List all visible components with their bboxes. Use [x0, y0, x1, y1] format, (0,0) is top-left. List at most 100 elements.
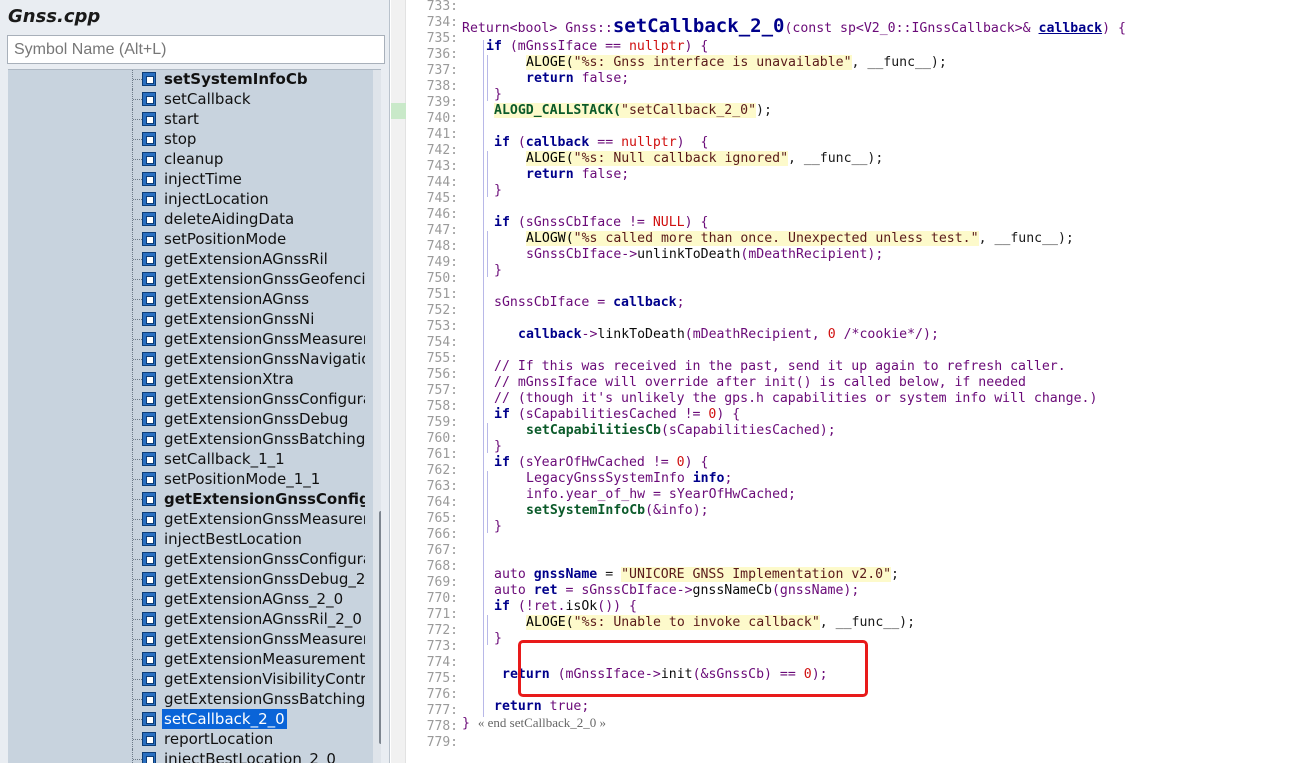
- code-line-742: ALOGE("%s: Null callback ignored", __fun…: [526, 151, 884, 166]
- code-line-763: info.year_of_hw = sYearOfHwCached;: [526, 487, 796, 502]
- symbol-item[interactable]: getExtensionAGnss_2_0: [8, 589, 365, 609]
- symbol-item[interactable]: getExtensionGnssMeasurement: [8, 329, 365, 349]
- scrollbar-thumb[interactable]: [379, 511, 381, 744]
- function-icon: [142, 232, 156, 246]
- function-icon: [142, 332, 156, 346]
- function-icon: [142, 532, 156, 546]
- line-number: 740:: [426, 111, 458, 126]
- tree-connector: [133, 279, 142, 280]
- line-number: 745:: [426, 191, 458, 206]
- symbol-item[interactable]: stop: [8, 129, 365, 149]
- tree-connector: [133, 139, 142, 140]
- tree-connector: [133, 519, 142, 520]
- symbol-item[interactable]: injectBestLocation: [8, 529, 365, 549]
- symbol-label: getExtensionGnssConfiguration_2_0: [164, 550, 365, 568]
- symbol-item[interactable]: getExtensionGnssBatching: [8, 429, 365, 449]
- symbol-item[interactable]: setSystemInfoCb: [8, 70, 365, 89]
- symbol-list-scrollbar[interactable]: [373, 70, 381, 763]
- symbol-item[interactable]: getExtensionGnssConfiguration_2_0: [8, 549, 365, 569]
- function-icon: [142, 392, 156, 406]
- function-icon: [142, 132, 156, 146]
- line-number: 739:: [426, 95, 458, 110]
- symbol-item[interactable]: getExtensionAGnss: [8, 289, 365, 309]
- tree-connector: [133, 379, 142, 380]
- symbol-label: setPositionMode: [164, 230, 287, 248]
- symbol-item[interactable]: getExtensionGnssGeofencing: [8, 269, 365, 289]
- symbol-item[interactable]: getExtensionGnssConfiguration: [8, 389, 365, 409]
- symbol-item[interactable]: deleteAidingData: [8, 209, 365, 229]
- line-number: 755:: [426, 351, 458, 366]
- symbol-item[interactable]: reportLocation: [8, 729, 365, 749]
- line-number: 770:: [426, 591, 458, 606]
- tree-connector: [133, 499, 142, 500]
- symbol-label: getExtensionGnssGeofencing: [164, 270, 365, 288]
- symbol-item[interactable]: setCallback_2_0: [8, 709, 365, 729]
- symbol-item[interactable]: getExtensionGnssDebug: [8, 409, 365, 429]
- symbol-label: getExtensionVisibilityControl: [164, 670, 365, 688]
- symbol-item[interactable]: getExtensionGnssBatching_2_0: [8, 689, 365, 709]
- function-icon: [142, 272, 156, 286]
- symbol-item[interactable]: getExtensionGnssMeasurement_2_0: [8, 629, 365, 649]
- tree-connector: [133, 719, 142, 720]
- line-number: 771:: [426, 607, 458, 622]
- symbol-item[interactable]: getExtensionGnssNi: [8, 309, 365, 329]
- symbol-item[interactable]: getExtensionAGnssRil_2_0: [8, 609, 365, 629]
- tree-connector: [133, 419, 142, 420]
- line-number: 738:: [426, 79, 458, 94]
- line-number: 749:: [426, 255, 458, 270]
- symbol-item[interactable]: setPositionMode_1_1: [8, 469, 365, 489]
- line-number: 743:: [426, 159, 458, 174]
- tree-connector: [133, 259, 142, 260]
- tree-connector: [133, 479, 142, 480]
- function-icon: [142, 112, 156, 126]
- symbol-item[interactable]: getExtensionGnssDebug_2_0: [8, 569, 365, 589]
- symbol-item[interactable]: injectLocation: [8, 189, 365, 209]
- line-number: 764:: [426, 495, 458, 510]
- symbol-item[interactable]: setCallback: [8, 89, 365, 109]
- line-number: 741:: [426, 127, 458, 142]
- code-line-758: if (sCapabilitiesCached != 0) {: [494, 407, 741, 422]
- symbol-item[interactable]: getExtensionMeasurementCorrections: [8, 649, 365, 669]
- code-line-749: }: [494, 263, 502, 278]
- symbol-item[interactable]: setCallback_1_1: [8, 449, 365, 469]
- symbol-item[interactable]: getExtensionAGnssRil: [8, 249, 365, 269]
- symbol-item[interactable]: getExtensionGnssNavigationMessage: [8, 349, 365, 369]
- symbol-item[interactable]: getExtensionGnssMeasurement_1_1: [8, 509, 365, 529]
- symbol-item[interactable]: getExtensionGnssConfiguration_1_1: [8, 489, 365, 509]
- function-icon: [142, 72, 156, 86]
- symbol-label: getExtensionGnssMeasurement: [164, 330, 365, 348]
- symbol-item[interactable]: setPositionMode: [8, 229, 365, 249]
- function-icon: [142, 492, 156, 506]
- symbol-label: getExtensionGnssNavigationMessage: [164, 350, 365, 368]
- symbol-label: cleanup: [164, 150, 224, 168]
- line-numbers: 733: 734: 735: 736: 737: 738: 739: 740: 741: 742:…: [406, 0, 458, 763]
- code-line-762: LegacyGnssSystemInfo info;: [526, 471, 733, 486]
- symbol-item[interactable]: getExtensionVisibilityControl: [8, 669, 365, 689]
- tree-connector: [133, 319, 142, 320]
- line-number: 759:: [426, 415, 458, 430]
- line-number: 756:: [426, 367, 458, 382]
- symbol-item[interactable]: cleanup: [8, 149, 365, 169]
- code-line-759: setCapabilitiesCb(sCapabilitiesCached);: [526, 423, 836, 438]
- symbol-item[interactable]: injectBestLocation_2_0: [8, 749, 365, 763]
- symbol-label: injectBestLocation: [164, 530, 302, 548]
- code-editor[interactable]: 733: 734: 735: 736: 737: 738: 739: 740: 741: 742:…: [391, 0, 1311, 763]
- function-icon: [142, 472, 156, 486]
- tree-connector: [132, 749, 133, 763]
- symbol-label: getExtensionGnssMeasurement_2_0: [164, 630, 365, 648]
- line-number: 750:: [426, 271, 458, 286]
- brace-guide: [487, 471, 488, 533]
- symbol-search-input[interactable]: [7, 35, 385, 64]
- symbol-label: setSystemInfoCb: [164, 70, 308, 88]
- function-icon: [142, 312, 156, 326]
- symbol-label: getExtensionAGnss: [164, 290, 310, 308]
- brace-guide: [487, 231, 488, 277]
- tree-connector: [133, 159, 142, 160]
- symbol-item[interactable]: getExtensionXtra: [8, 369, 365, 389]
- symbol-item[interactable]: injectTime: [8, 169, 365, 189]
- symbol-label: stop: [164, 130, 197, 148]
- line-number: 772:: [426, 623, 458, 638]
- code-line-741: if (callback == nullptr) {: [494, 135, 709, 150]
- line-number: 769:: [426, 575, 458, 590]
- symbol-item[interactable]: start: [8, 109, 365, 129]
